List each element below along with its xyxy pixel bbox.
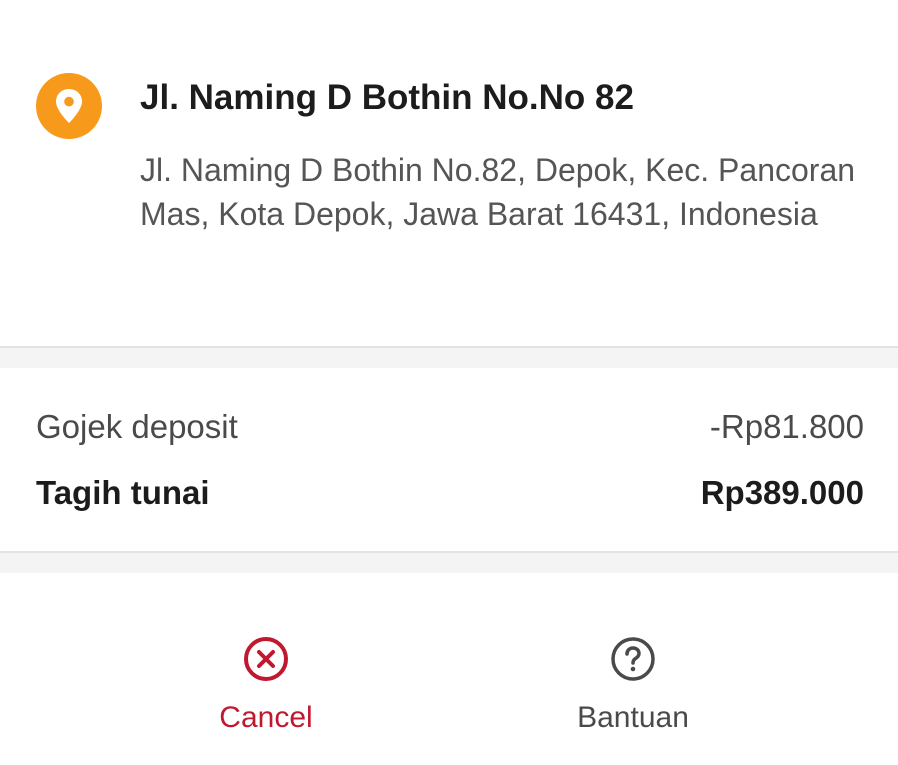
order-actions: Cancel Bantuan (0, 573, 898, 765)
help-label: Bantuan (577, 701, 689, 734)
address-detail: Jl. Naming D Bothin No.82, Depok, Kec. P… (140, 152, 856, 232)
cash-collect-amount: Rp389.000 (700, 474, 864, 511)
order-detail-screen: Jl. Naming D Bothin No.No 82 Jl. Naming … (0, 0, 898, 765)
destination-address-card: Jl. Naming D Bothin No.No 82 Jl. Naming … (0, 0, 898, 346)
help-circle-icon (611, 637, 655, 681)
cancel-circle-icon (244, 637, 288, 681)
cancel-label: Cancel (219, 701, 313, 734)
help-button[interactable]: Bantuan (523, 635, 743, 735)
deposit-row: Gojek deposit -Rp81.800 (36, 408, 864, 446)
address-title: Jl. Naming D Bothin No.No 82 (140, 78, 634, 117)
deposit-amount: -Rp81.800 (709, 408, 864, 445)
cancel-button[interactable]: Cancel (156, 635, 376, 735)
section-divider (0, 551, 898, 573)
cash-collect-row: Tagih tunai Rp389.000 (36, 474, 864, 512)
cash-collect-label: Tagih tunai (36, 474, 210, 511)
location-pin-icon (36, 73, 102, 139)
payment-summary: Gojek deposit -Rp81.800 Tagih tunai Rp38… (0, 368, 898, 551)
section-divider (0, 346, 898, 368)
deposit-label: Gojek deposit (36, 408, 238, 445)
